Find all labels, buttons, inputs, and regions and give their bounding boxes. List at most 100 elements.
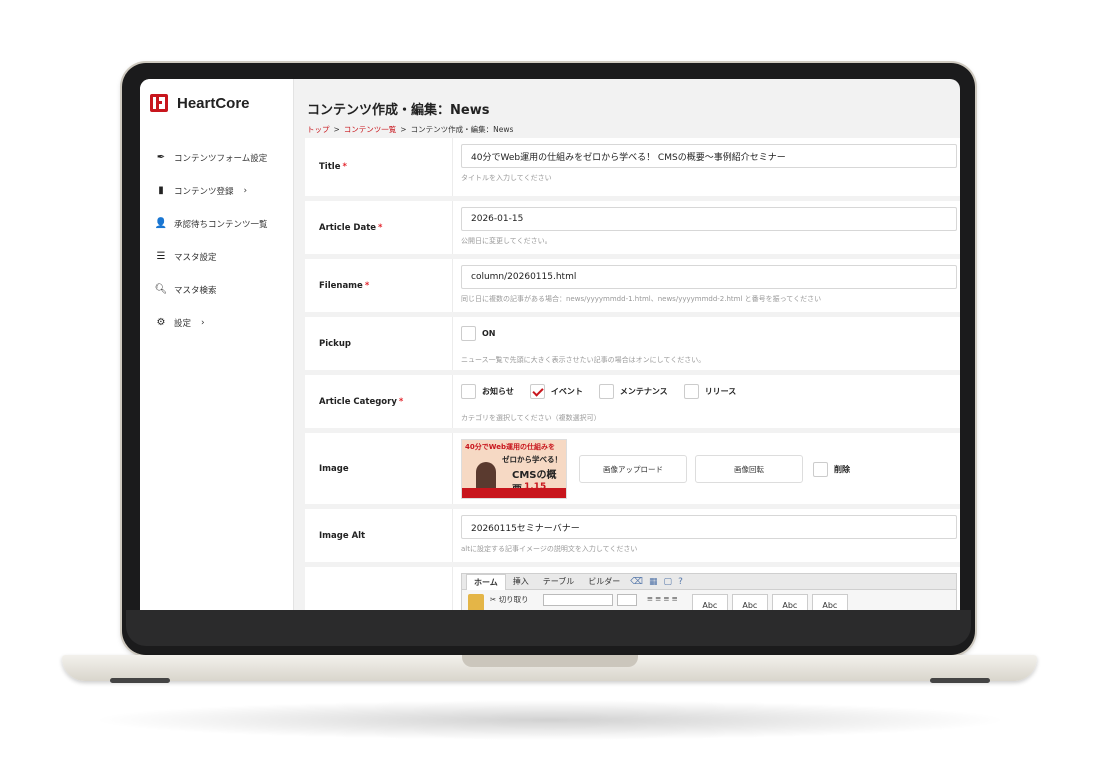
sidebar-item-master-settings[interactable]: ☰ マスタ設定: [154, 240, 268, 273]
laptop-shadow: [90, 700, 1010, 740]
form-row-filename: Filename * column/20260115.html 同じ日に複数の記事…: [305, 259, 960, 317]
editor-tab-home[interactable]: ホーム: [466, 573, 506, 590]
cut-button[interactable]: ✂ 切り取り: [490, 594, 529, 605]
image-delete-label: 削除: [834, 464, 850, 474]
category-option-maintenance[interactable]: メンテナンス: [598, 383, 668, 399]
thumbnail-text: 40分でWeb運用の仕組みを: [465, 443, 555, 451]
field-help: 公開日に変更してください。: [461, 237, 552, 245]
editor-toolbar: ✂ 切り取り ≡≡≡≡ Abc Abc Abc Abc: [462, 590, 956, 610]
laptop-notch: [462, 655, 638, 667]
field-label: Title *: [305, 138, 453, 196]
form-row-image: Image 40分でWeb運用の仕組みを ゼロから学べる！ CMSの概要 1.1…: [305, 433, 960, 509]
sidebar-item-label: 設定: [174, 318, 192, 329]
image-delete-option[interactable]: 削除: [813, 461, 850, 477]
form-row-pickup: Pickup ON ニュース一覧で先頭に大きく表示させたい記事の場合はオンにして…: [305, 317, 960, 375]
laptop-foot: [930, 678, 990, 683]
sidebar-item-pending-approval[interactable]: 👤 承認待ちコンテンツ一覧: [154, 207, 268, 240]
editor-tab-builder[interactable]: ビルダー: [581, 574, 627, 590]
category-checkbox[interactable]: [529, 383, 545, 399]
editor-tab-table[interactable]: テーブル: [536, 574, 582, 590]
pen-icon: ✒: [156, 152, 166, 163]
editor-tabs: ホーム 挿入 テーブル ビルダー ⌫ ▦ ▢ ?: [462, 573, 956, 590]
grid-icon[interactable]: ▦: [649, 577, 658, 587]
logo[interactable]: HeartCore: [150, 94, 250, 112]
field-label: [305, 567, 453, 610]
style-sample[interactable]: Abc: [811, 594, 848, 610]
style-sample[interactable]: Abc: [771, 594, 808, 610]
field-help: altに設定する記事イメージの説明文を入力してください: [461, 545, 638, 553]
field-label: Article Category *: [305, 375, 453, 428]
breadcrumb: トップ > コンテンツ一覧 > コンテンツ作成・編集：News: [307, 124, 513, 135]
preview-icon[interactable]: ▢: [664, 577, 673, 587]
pickup-option-label: ON: [482, 328, 496, 338]
form-row-article-date: Article Date * 2026-01-15 公開日に変更してください。: [305, 201, 960, 259]
sidebar-item-content-form-settings[interactable]: ✒ コンテンツフォーム設定: [154, 141, 268, 174]
search-icon: 🔍︎: [154, 284, 168, 295]
field-label: Image Alt: [305, 509, 453, 562]
page-title: コンテンツ作成・編集：News: [307, 103, 490, 118]
thumbnail-bar: [462, 488, 566, 498]
category-label: イベント: [550, 386, 583, 396]
breadcrumb-home-link[interactable]: トップ: [307, 125, 330, 134]
field-help: カテゴリを選択してください（複数選択可）: [461, 414, 601, 422]
scissors-icon: ✂: [490, 595, 497, 604]
align-icons[interactable]: ≡≡≡≡: [647, 594, 680, 603]
breadcrumb-list-link[interactable]: コンテンツ一覧: [344, 125, 397, 134]
category-checkbox[interactable]: [598, 383, 614, 399]
app-name: HeartCore: [177, 94, 250, 112]
thumbnail-text: ゼロから学べる！: [502, 455, 562, 464]
form-row-image-alt: Image Alt 20260115セミナーバナー altに設定する記事イメージ…: [305, 509, 960, 567]
sidebar-item-label: コンテンツフォーム設定: [174, 153, 268, 164]
field-help: 同じ日に複数の記事がある場合：news/yyyymmdd-1.html、news…: [461, 295, 822, 303]
image-alt-input[interactable]: 20260115セミナーバナー: [461, 515, 957, 539]
form-row-body-editor: ホーム 挿入 テーブル ビルダー ⌫ ▦ ▢ ? ✂ 切り取り ≡≡≡≡ Abc…: [305, 567, 960, 610]
laptop-bezel: [126, 610, 971, 646]
style-sample[interactable]: Abc: [691, 594, 728, 610]
required-mark: *: [378, 222, 383, 233]
paste-icon[interactable]: [468, 594, 484, 610]
font-select[interactable]: [542, 594, 613, 606]
category-option-notice[interactable]: お知らせ: [461, 383, 514, 399]
image-upload-button[interactable]: 画像アップロード: [579, 455, 687, 483]
sidebar-item-label: コンテンツ登録: [174, 186, 234, 197]
image-rotate-button[interactable]: 画像回転: [695, 455, 803, 483]
screen: HeartCore ✒ コンテンツフォーム設定 ▮ コンテンツ登録 › 👤 承認…: [140, 79, 960, 610]
category-checkbox[interactable]: [461, 383, 476, 399]
size-select[interactable]: [616, 594, 637, 606]
field-label: Pickup: [305, 317, 453, 370]
breadcrumb-separator: >: [333, 125, 340, 134]
required-mark: *: [398, 396, 404, 407]
rich-text-editor[interactable]: ホーム 挿入 テーブル ビルダー ⌫ ▦ ▢ ? ✂ 切り取り ≡≡≡≡ Abc…: [461, 573, 957, 610]
required-mark: *: [342, 162, 347, 172]
category-label: メンテナンス: [619, 386, 668, 396]
image-delete-checkbox[interactable]: [813, 461, 828, 477]
sidebar-item-content-registration[interactable]: ▮ コンテンツ登録 ›: [154, 174, 268, 207]
laptop-foot: [110, 678, 170, 683]
heartcore-logo-icon: [150, 94, 168, 112]
sidebar-item-master-search[interactable]: 🔍︎ マスタ検索: [154, 273, 268, 306]
pickup-checkbox[interactable]: [461, 325, 476, 341]
chevron-right-icon: ›: [243, 185, 248, 196]
help-icon[interactable]: ?: [678, 577, 683, 587]
category-option-event[interactable]: イベント: [529, 383, 583, 399]
article-date-input[interactable]: 2026-01-15: [461, 207, 957, 231]
user-check-icon: 👤: [154, 218, 168, 229]
sidebar-item-label: マスタ検索: [174, 285, 217, 296]
category-checkbox[interactable]: [683, 383, 699, 399]
breadcrumb-current: コンテンツ作成・編集：News: [410, 125, 514, 134]
category-option-release[interactable]: リリース: [683, 383, 736, 399]
sidebar-item-label: 承認待ちコンテンツ一覧: [174, 219, 268, 230]
image-thumbnail[interactable]: 40分でWeb運用の仕組みを ゼロから学べる！ CMSの概要 1.15: [461, 439, 567, 499]
sidebar-item-settings[interactable]: ⚙ 設定 ›: [154, 306, 268, 339]
eraser-icon[interactable]: ⌫: [630, 577, 643, 587]
filename-input[interactable]: column/20260115.html: [461, 265, 957, 289]
field-label: Article Date *: [305, 201, 453, 254]
chevron-right-icon: ›: [201, 317, 205, 328]
main-content: コンテンツ作成・編集：News トップ > コンテンツ一覧 > コンテンツ作成・編集：N…: [295, 79, 960, 610]
breadcrumb-separator: >: [400, 125, 407, 134]
form-row-article-category: Article Category * お知らせ イベント メンテナンス リリース …: [305, 375, 960, 433]
title-input[interactable]: 40分でWeb運用の仕組みをゼロから学べる！ CMSの概要〜事例紹介セミナー: [461, 144, 957, 168]
field-help: タイトルを入力してください: [461, 174, 552, 182]
editor-tab-insert[interactable]: 挿入: [506, 574, 536, 590]
style-sample[interactable]: Abc: [731, 594, 768, 610]
